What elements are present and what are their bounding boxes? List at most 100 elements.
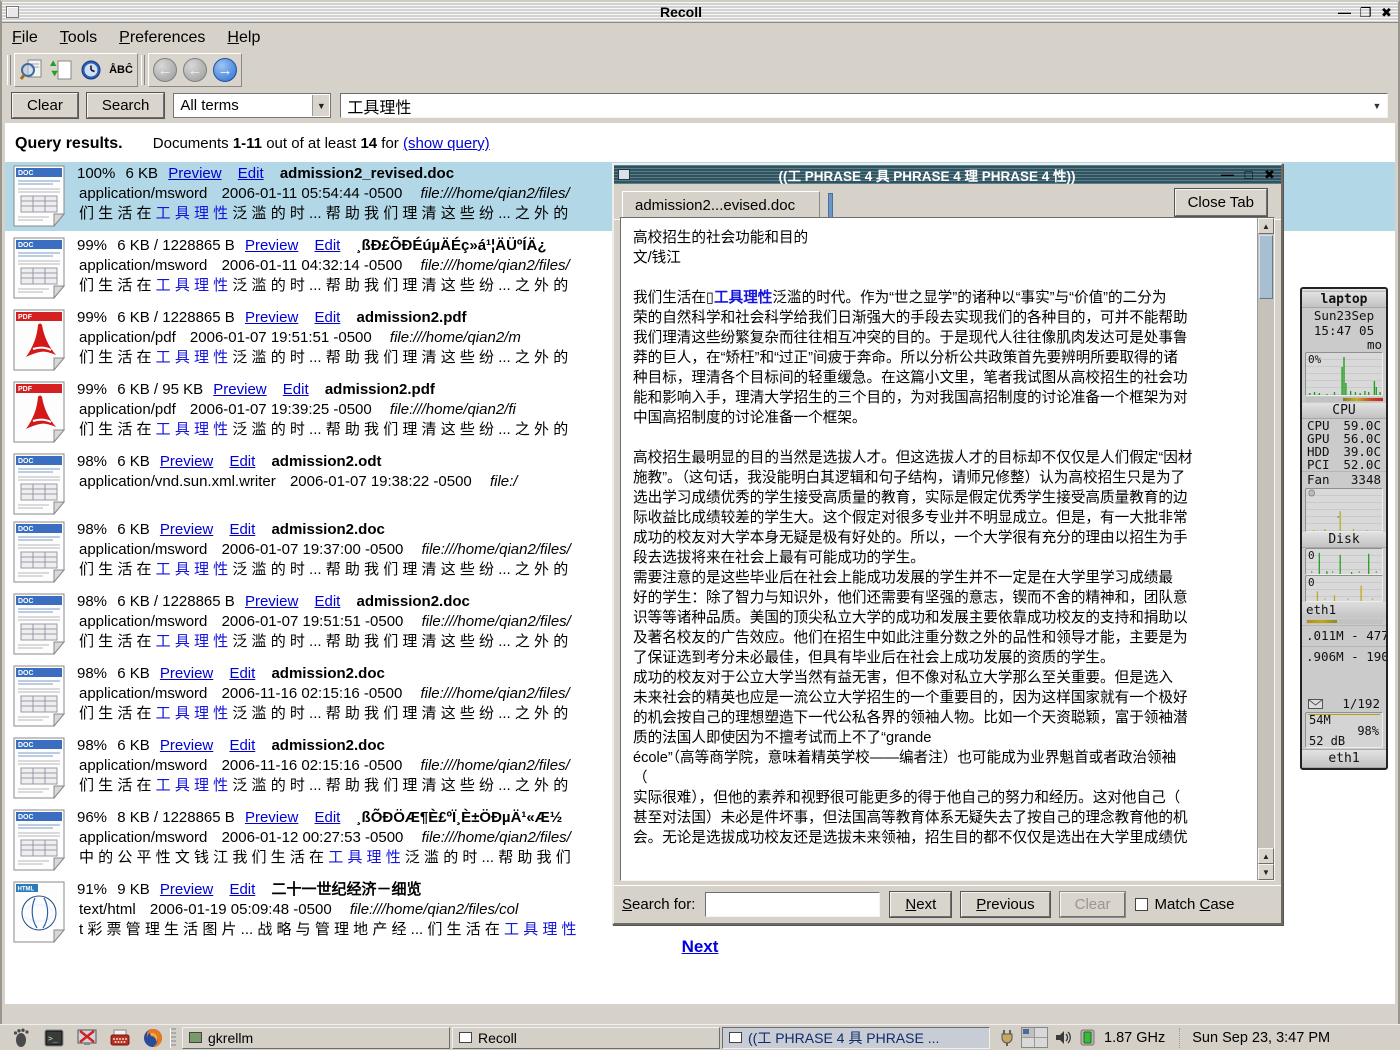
gnome-menu-icon[interactable] [10,1028,32,1048]
window-menu-icon[interactable] [6,6,19,18]
menubar: File Tools Preferences Help [4,25,1396,50]
power-plug-icon[interactable] [1000,1029,1014,1047]
main-titlebar[interactable]: Recoll — ❐ ✖ [2,2,1398,23]
preview-link[interactable]: Preview [160,881,213,898]
preview-close-icon[interactable]: ✖ [1262,168,1277,181]
file-date: 2006-01-19 05:09:48 -0500 [150,901,332,918]
scroll-up2-icon[interactable]: ▲ [1258,848,1274,864]
term-explorer-icon[interactable]: ÅBĈ [107,56,135,84]
speaker-icon[interactable] [1055,1030,1073,1045]
preview-maximize-icon[interactable]: □ [1241,168,1256,181]
maximize-icon[interactable]: ❐ [1358,6,1373,19]
menu-file[interactable]: File [12,29,38,47]
file-date: 2006-01-07 19:38:22 -0500 [290,473,472,490]
preview-minimize-icon[interactable]: — [1220,168,1235,181]
nav-back-icon[interactable]: ← [181,56,209,84]
svg-text:DOC: DOC [18,670,34,677]
preview-link[interactable]: Preview [160,521,213,538]
query-history-chevron-icon[interactable]: ▼ [1369,96,1385,115]
terminal-icon[interactable]: >_ [43,1028,65,1048]
clear-button[interactable]: Clear [12,93,78,118]
close-tab-button[interactable]: Close Tab [1175,189,1267,216]
doc-file-icon: DOC [13,737,65,799]
gkrellm-time: 15:47 05 [1302,323,1386,338]
edit-link[interactable]: Edit [315,309,341,326]
preview-link[interactable]: Preview [245,237,298,254]
query-input[interactable]: 工具理性 ▼ [340,93,1388,118]
doc-file-icon: DOC [13,237,65,299]
taskbar-grip[interactable] [170,1028,176,1048]
find-previous-button[interactable]: Previous [961,892,1049,917]
gkrellm-corner-label: mo [1302,338,1386,352]
minimize-icon[interactable]: — [1337,6,1352,19]
typewriter-icon[interactable] [109,1028,131,1048]
window-title: Recoll [25,4,1337,20]
menu-tools[interactable]: Tools [60,29,97,47]
nav-forward-icon[interactable]: → [211,56,239,84]
nav-first-icon[interactable]: ← [151,56,179,84]
taskbar-task-button[interactable]: Recoll [452,1027,720,1049]
html-file-icon: HTML [13,881,65,943]
edit-link[interactable]: Edit [315,593,341,610]
relevance-percent: 99% [77,309,107,326]
close-icon[interactable]: ✖ [1379,6,1394,19]
preview-link[interactable]: Preview [160,665,213,682]
search-button[interactable]: Search [87,93,165,118]
doc-file-icon: DOC [13,665,65,727]
toolbar-grip[interactable] [7,55,11,85]
edit-link[interactable]: Edit [229,737,255,754]
toolbar-grip2[interactable] [141,55,145,85]
chevron-down-icon[interactable]: ▼ [312,95,329,116]
scrollbar-thumb[interactable] [1259,235,1273,299]
edit-link[interactable]: Edit [315,237,341,254]
taskbar-task-button[interactable]: ((工 PHRASE 4 具 PHRASE ... [722,1027,990,1049]
svg-text:DOC: DOC [18,814,34,821]
scroll-down-icon[interactable]: ▼ [1258,864,1274,880]
preview-tab[interactable]: admission2...evised.doc [622,191,820,218]
preview-link[interactable]: Preview [213,381,266,398]
match-case-checkbox[interactable]: Match Case [1135,896,1234,913]
edit-link[interactable]: Edit [315,809,341,826]
cpu-section-label: CPU [1302,403,1386,419]
preview-window-menu-icon[interactable] [618,169,630,180]
relevance-percent: 99% [77,237,107,254]
gkrellm-monitor: laptop Sun23Sep 15:47 05 mo 0% CPU CPU59… [1300,287,1388,770]
preview-titlebar[interactable]: ((工 PHRASE 4 具 PHRASE 4 理 PHRASE 4 性)) —… [614,165,1281,184]
preview-findbar: Search for: Next Previous Clear Match Ca… [614,885,1281,923]
menu-preferences[interactable]: Preferences [119,29,205,47]
edit-link[interactable]: Edit [229,521,255,538]
taskbar-task-button[interactable]: gkrellm [182,1027,450,1049]
preview-link[interactable]: Preview [245,309,298,326]
find-clear-button[interactable]: Clear [1060,892,1126,917]
checkbox-icon[interactable] [1135,898,1148,911]
preview-link[interactable]: Preview [160,737,213,754]
firefox-icon[interactable] [142,1028,164,1048]
cpufreq-icon[interactable] [1080,1029,1095,1046]
edit-link[interactable]: Edit [229,665,255,682]
clock-icon[interactable] [77,56,105,84]
edit-link[interactable]: Edit [238,165,264,182]
file-url: file:///home/qian2/files/col [350,901,518,918]
file-url: file:///home/qian2/files/ [422,613,571,630]
next-page-link[interactable]: Next [682,937,719,956]
preview-doc-icon[interactable] [17,56,45,84]
workspace-pager[interactable] [1021,1027,1048,1048]
edit-link[interactable]: Edit [229,453,255,470]
edit-link[interactable]: Edit [229,881,255,898]
find-input[interactable] [705,892,880,917]
preview-link[interactable]: Preview [245,593,298,610]
preview-link[interactable]: Preview [245,809,298,826]
preview-link[interactable]: Preview [160,453,213,470]
lock-screen-icon[interactable] [76,1028,98,1048]
find-next-button[interactable]: Next [890,892,951,917]
sort-doc-icon[interactable] [47,56,75,84]
system-tray: 1.87 GHz [1000,1027,1165,1048]
file-size: 8 KB / 1228865 B [117,809,235,826]
preview-scrollbar[interactable]: ▲ ▲ ▼ [1257,218,1274,880]
scroll-up-icon[interactable]: ▲ [1258,218,1274,234]
show-query-link[interactable]: (show query) [403,135,490,152]
edit-link[interactable]: Edit [283,381,309,398]
preview-link[interactable]: Preview [168,165,221,182]
menu-help[interactable]: Help [227,29,260,47]
search-mode-combobox[interactable]: All terms ▼ [173,93,331,118]
